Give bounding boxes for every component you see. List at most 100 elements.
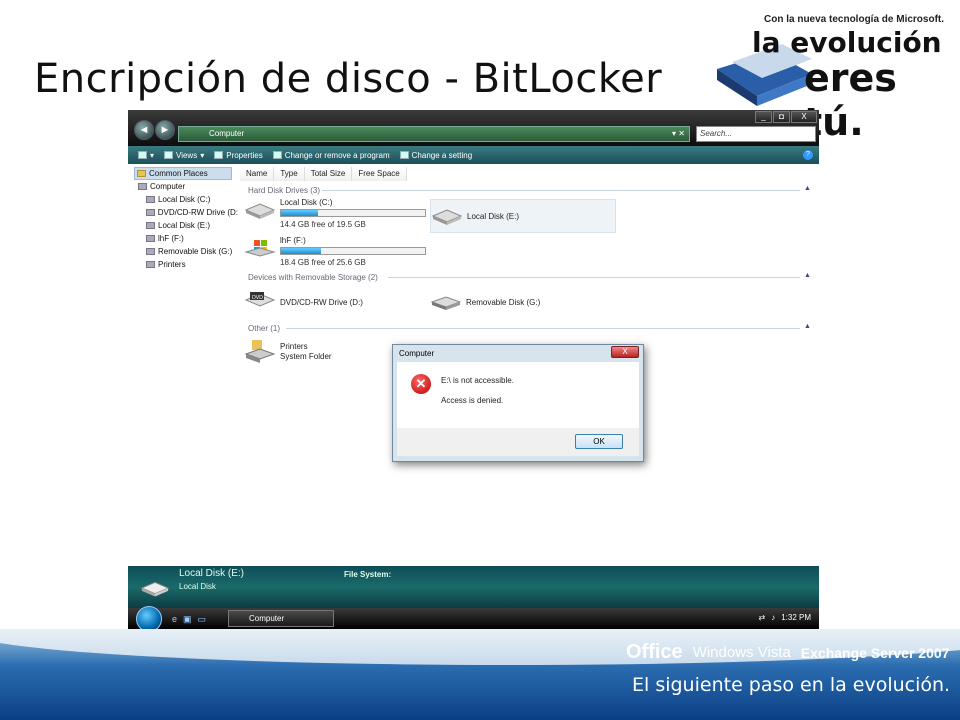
- dialog-body: ✕ E:\ is not accessible. Access is denie…: [397, 362, 639, 428]
- nav-common-places[interactable]: Common Places: [134, 167, 232, 180]
- nav-local-disk-c[interactable]: Local Disk (C:): [128, 193, 238, 206]
- nav-printers[interactable]: Printers: [128, 258, 238, 271]
- nav-label: Local Disk (C:): [158, 195, 211, 204]
- column-type[interactable]: Type: [274, 167, 305, 181]
- group-other[interactable]: Other (1) ▲: [248, 323, 811, 333]
- nav-label: Common Places: [149, 169, 208, 178]
- drive-f-free: 18.4 GB free of 25.6 GB: [280, 258, 366, 267]
- nav-dvd-drive[interactable]: DVD/CD-RW Drive (D:: [128, 206, 238, 219]
- collapse-icon[interactable]: ▲: [804, 323, 811, 330]
- slide-title: Encripción de disco - BitLocker: [34, 56, 663, 102]
- views-label: Views: [176, 150, 198, 160]
- window-titlebar: ◄ ► Computer ▾ ✕ Search... _ ◘ X: [128, 110, 819, 146]
- nav-computer[interactable]: Computer: [128, 180, 238, 193]
- dialog-footer: OK: [397, 428, 639, 456]
- logo-line1: la evolución: [752, 26, 942, 59]
- clock[interactable]: 1:32 PM: [781, 613, 811, 622]
- forward-button[interactable]: ►: [155, 120, 175, 140]
- windows-drive-icon: [244, 240, 276, 257]
- switch-windows-icon[interactable]: ▣: [183, 614, 192, 625]
- drive-d[interactable]: DVD DVD/CD-RW Drive (D:): [244, 290, 424, 318]
- group-label: Hard Disk Drives (3): [248, 186, 321, 195]
- computer-icon: [138, 183, 147, 190]
- hard-drive-icon: [431, 209, 463, 225]
- settings-icon: [399, 151, 409, 159]
- desktop-icon[interactable]: ▭: [198, 614, 207, 625]
- drive-g[interactable]: Removable Disk (G:): [430, 290, 610, 318]
- error-dialog: Computer X ✕ E:\ is not accessible. Acce…: [392, 344, 644, 462]
- group-divider: [322, 190, 800, 191]
- column-free-space[interactable]: Free Space: [352, 167, 407, 181]
- printers-name: Printers: [280, 342, 308, 351]
- drive-f-name: lhF (F:): [280, 236, 306, 245]
- removable-disk-icon: [146, 248, 155, 255]
- nav-label: lhF (F:): [158, 234, 184, 243]
- drive-c-usage-fill: [281, 210, 319, 216]
- error-icon: ✕: [411, 374, 431, 394]
- minimize-button[interactable]: _: [755, 111, 772, 123]
- ie-icon[interactable]: e: [172, 614, 177, 625]
- drive-c-free: 14.4 GB free of 19.5 GB: [280, 220, 366, 229]
- column-total-size[interactable]: Total Size: [304, 167, 353, 181]
- drive-e-name: Local Disk (E:): [467, 212, 520, 221]
- drive-c-name: Local Disk (C:): [280, 198, 333, 207]
- details-pane: Local Disk (E:) Local Disk File System:: [128, 566, 819, 608]
- nav-local-disk-e[interactable]: Local Disk (E:): [128, 219, 238, 232]
- program-icon: [272, 151, 282, 159]
- dvd-drive-icon: DVD: [244, 292, 276, 307]
- taskbar-item-computer[interactable]: Computer: [228, 610, 334, 627]
- details-title: Local Disk (E:): [179, 568, 245, 579]
- close-button[interactable]: X: [791, 111, 817, 123]
- group-hard-disk-drives[interactable]: Hard Disk Drives (3) ▲: [248, 185, 811, 195]
- address-refresh-icon[interactable]: ▾ ✕: [672, 127, 685, 141]
- footer-tagline: El siguiente paso en la evolución.: [632, 674, 951, 696]
- nav-removable-g[interactable]: Removable Disk (G:): [128, 245, 238, 258]
- disk-icon: [146, 196, 155, 203]
- printer-icon: [146, 261, 155, 268]
- help-icon[interactable]: ?: [803, 150, 813, 160]
- dialog-close-button[interactable]: X: [611, 346, 639, 358]
- collapse-icon[interactable]: ▲: [804, 185, 811, 192]
- nav-lhf-f[interactable]: lhF (F:): [128, 232, 238, 245]
- group-label: Devices with Removable Storage (2): [248, 273, 378, 282]
- views-button[interactable]: Views ▾: [164, 151, 204, 160]
- vista-logo: Windows Vista: [692, 644, 791, 661]
- details-subtitle: Local Disk: [179, 582, 216, 591]
- ok-button[interactable]: OK: [575, 434, 623, 449]
- exchange-logo: Exchange Server 2007: [800, 644, 950, 661]
- printers-sub: System Folder: [280, 352, 332, 361]
- network-icon[interactable]: ⇄: [759, 613, 766, 622]
- address-text: Computer: [209, 129, 245, 138]
- dialog-message-2: Access is denied.: [441, 396, 504, 405]
- drive-e[interactable]: Local Disk (E:): [430, 199, 616, 233]
- drive-f[interactable]: lhF (F:) 18.4 GB free of 25.6 GB: [244, 236, 434, 270]
- hard-drive-icon: [244, 203, 276, 219]
- drive-f-usage-fill: [281, 248, 322, 254]
- properties-button[interactable]: Properties: [214, 151, 263, 160]
- back-button[interactable]: ◄: [134, 120, 154, 140]
- views-icon: [164, 151, 174, 159]
- address-bar[interactable]: Computer ▾ ✕: [178, 126, 690, 142]
- change-program-button[interactable]: Change or remove a program: [272, 151, 390, 160]
- maximize-button[interactable]: ◘: [773, 111, 790, 123]
- column-headers: Name Type Total Size Free Space: [240, 167, 407, 181]
- details-filesystem-label: File System:: [344, 570, 392, 579]
- volume-icon[interactable]: ♪: [771, 613, 775, 622]
- disk-icon: [146, 222, 155, 229]
- change-setting-button[interactable]: Change a setting: [399, 151, 472, 160]
- start-button[interactable]: [136, 606, 162, 629]
- drive-c[interactable]: Local Disk (C:) 14.4 GB free of 19.5 GB: [244, 198, 434, 232]
- nav-label: Local Disk (E:): [158, 221, 211, 230]
- folder-icon: [137, 170, 146, 177]
- removable-disk-icon: [430, 296, 462, 310]
- search-input[interactable]: Search...: [696, 126, 816, 142]
- collapse-icon[interactable]: ▲: [804, 272, 811, 279]
- organize-menu[interactable]: ▾: [138, 151, 154, 160]
- column-name[interactable]: Name: [240, 167, 275, 181]
- dvd-icon: [146, 209, 155, 216]
- drive-g-name: Removable Disk (G:): [466, 298, 541, 307]
- group-removable-storage[interactable]: Devices with Removable Storage (2) ▲: [248, 272, 811, 282]
- organize-icon: [138, 151, 147, 159]
- nav-label: DVD/CD-RW Drive (D:: [157, 208, 238, 217]
- navigation-pane: Common Places Computer Local Disk (C:) D…: [128, 164, 238, 564]
